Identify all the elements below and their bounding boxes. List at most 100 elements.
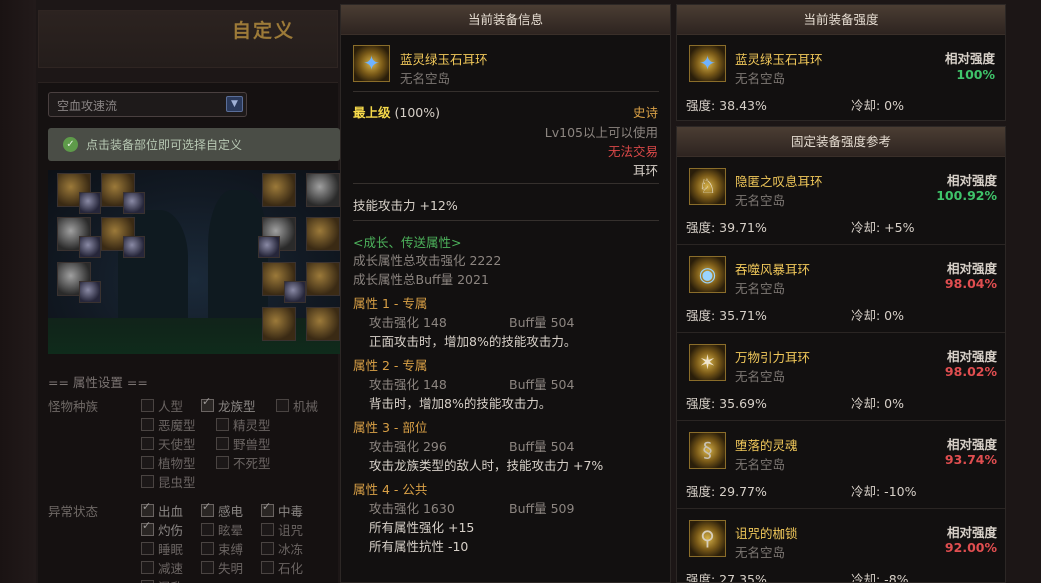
item-name: 隐匿之叹息耳环: [735, 174, 823, 189]
strength-value: 强度: 39.71%: [686, 220, 767, 235]
status-option-checkbox[interactable]: 减速: [141, 558, 183, 577]
status-option-checkbox[interactable]: 灼伤: [141, 519, 183, 539]
attribute-title: 属性 4 - 公共: [353, 482, 428, 497]
item-slot: 耳环: [632, 163, 658, 178]
status-option-checkbox[interactable]: 石化: [261, 558, 303, 577]
attribute-buff: Buff量 504: [509, 377, 575, 392]
status-option-checkbox[interactable]: 睡眠: [141, 539, 183, 558]
item-source: 无名空岛: [735, 369, 786, 384]
relative-strength-label: 相对强度: [946, 261, 997, 276]
monster-option-checkbox[interactable]: 野兽型: [216, 434, 271, 453]
attribute-title: 属性 3 - 部位: [353, 420, 428, 435]
cooldown-value: 冷却: -8%: [851, 572, 909, 583]
equip-slot-magic-stone[interactable]: [306, 307, 340, 341]
strength-value: 强度: 38.43%: [686, 98, 767, 113]
relative-strength-value: 100%: [956, 67, 995, 82]
monster-option-checkbox[interactable]: 天使型: [141, 434, 196, 453]
item-source: 无名空岛: [735, 281, 786, 296]
soul-earring-icon: §: [689, 432, 726, 469]
list-item[interactable]: § 堕落的灵魂 无名空岛 相对强度 93.74% 强度: 29.77% 冷却: …: [677, 422, 1005, 509]
reference-panel: 固定装备强度参考 ♘ 隐匿之叹息耳环 无名空岛 相对强度 100.92% 强度:…: [676, 126, 1006, 583]
monster-option-checkbox[interactable]: 龙族型: [201, 395, 256, 415]
equip-slot-sub[interactable]: [79, 192, 101, 214]
strength-value: 强度: 27.35%: [686, 572, 767, 583]
attribute-desc: 背击时，增加8%的技能攻击力。: [369, 396, 552, 411]
monster-type-label: 怪物种族: [48, 399, 99, 414]
list-item[interactable]: ⚲ 诅咒的枷锁 无名空岛 相对强度 92.00% 强度: 27.35% 冷却: …: [677, 510, 1005, 583]
growth-total-attack: 成长属性总攻击强化 2222: [353, 253, 502, 268]
equipment-info-title: 当前装备信息: [341, 5, 670, 35]
status-option-checkbox[interactable]: 中毒: [261, 500, 303, 520]
skill-attack-stat: 技能攻击力 +12%: [353, 198, 458, 213]
attribute-desc: 正面攻击时，增加8%的技能攻击力。: [369, 334, 577, 349]
relative-strength-value: 100.92%: [936, 188, 997, 203]
equip-slot-sub[interactable]: [123, 236, 145, 258]
monster-option-checkbox[interactable]: 昆虫型: [141, 472, 196, 491]
check-circle-icon: ✓: [63, 137, 78, 152]
equip-slot-sub[interactable]: [79, 236, 101, 258]
status-option-checkbox[interactable]: 失明: [201, 558, 243, 577]
strength-value: 强度: 35.69%: [686, 396, 767, 411]
preset-select[interactable]: 空血攻速流 ▼: [48, 92, 247, 117]
equip-slot-sub[interactable]: [123, 192, 145, 214]
divider: [353, 220, 659, 221]
chevron-down-icon[interactable]: ▼: [226, 96, 243, 112]
relative-strength-label: 相对强度: [946, 437, 997, 452]
equip-slot-title[interactable]: [306, 173, 340, 207]
trade-status: 无法交易: [607, 144, 658, 159]
attribute-attack: 攻击强化 148: [369, 377, 447, 392]
status-option-checkbox[interactable]: 冰冻: [261, 539, 303, 558]
earring-icon: ✦: [689, 45, 726, 82]
attribute-attack: 攻击强化 296: [369, 439, 447, 454]
cooldown-value: 冷却: 0%: [851, 98, 905, 113]
status-option-checkbox[interactable]: 诅咒: [261, 520, 303, 539]
equip-slot-support[interactable]: [306, 262, 340, 296]
status-option-checkbox[interactable]: 束缚: [201, 539, 243, 558]
item-rarity: 史诗: [632, 105, 658, 120]
page-edge: [0, 0, 36, 583]
equip-slot-earring[interactable]: [262, 307, 296, 341]
attribute-desc: 攻击龙族类型的敌人时，技能攻击力 +7%: [369, 458, 604, 473]
list-item[interactable]: ◉ 吞噬风暴耳环 无名空岛 相对强度 98.04% 强度: 35.71% 冷却:…: [677, 246, 1005, 333]
cooldown-value: 冷却: -10%: [851, 484, 917, 499]
tip-banner: ✓ 点击装备部位即可选择自定义: [48, 128, 340, 161]
bell-icon: ♘: [689, 168, 726, 205]
monster-option-checkbox[interactable]: 精灵型: [216, 415, 271, 434]
monster-option-checkbox[interactable]: 不死型: [216, 453, 271, 472]
strength-value: 强度: 29.77%: [686, 484, 767, 499]
attribute-attack: 攻击强化 148: [369, 315, 447, 330]
current-strength-panel: 当前装备强度 ✦ 蓝灵绿玉石耳环 无名空岛 相对强度 100% 强度: 38.4…: [676, 4, 1006, 121]
shackle-earring-icon: ⚲: [689, 520, 726, 557]
earring-icon: ✦: [353, 45, 390, 82]
relative-strength-value: 98.04%: [944, 276, 997, 291]
equip-slot-sub[interactable]: [79, 281, 101, 303]
monster-option-checkbox[interactable]: 人型: [141, 396, 183, 415]
character-equipment-scene: [48, 170, 340, 354]
divider: [353, 183, 659, 184]
list-item[interactable]: ✶ 万物引力耳环 无名空岛 相对强度 98.02% 强度: 35.69% 冷却:…: [677, 334, 1005, 421]
status-option-checkbox[interactable]: 感电: [201, 500, 243, 520]
monster-option-checkbox[interactable]: 机械: [276, 396, 318, 415]
status-option-checkbox[interactable]: 混乱: [141, 577, 183, 583]
current-strength-title: 当前装备强度: [677, 5, 1005, 35]
equip-slot-necklace[interactable]: [306, 217, 340, 251]
attribute-desc: 所有属性强化 +15: [369, 520, 475, 535]
monster-option-checkbox[interactable]: 恶魔型: [141, 415, 196, 434]
cooldown-value: 冷却: +5%: [851, 220, 915, 235]
equip-slot-sub[interactable]: [258, 236, 280, 258]
divider: [353, 91, 659, 92]
monster-option-checkbox[interactable]: 植物型: [141, 453, 196, 472]
grade-label: 最上级: [353, 105, 391, 120]
list-item[interactable]: ♘ 隐匿之叹息耳环 无名空岛 相对强度 100.92% 强度: 39.71% 冷…: [677, 158, 1005, 245]
item-name: 诅咒的枷锁: [735, 526, 798, 541]
storm-earring-icon: ◉: [689, 256, 726, 293]
status-option-checkbox[interactable]: 出血: [141, 500, 183, 520]
status-option-checkbox[interactable]: 眩晕: [201, 520, 243, 539]
background-page: 自定义 空血攻速流 ▼ ✓ 点击装备部位即可选择自定义 == 属性设置 == 怪…: [0, 0, 340, 583]
equip-slot-weapon[interactable]: [262, 173, 296, 207]
growth-total-buff: 成长属性总Buff量 2021: [353, 272, 489, 287]
item-name: 蓝灵绿玉石耳环: [400, 52, 488, 67]
equip-slot-sub[interactable]: [284, 281, 306, 303]
gravity-earring-icon: ✶: [689, 344, 726, 381]
item-name: 万物引力耳环: [735, 350, 811, 365]
